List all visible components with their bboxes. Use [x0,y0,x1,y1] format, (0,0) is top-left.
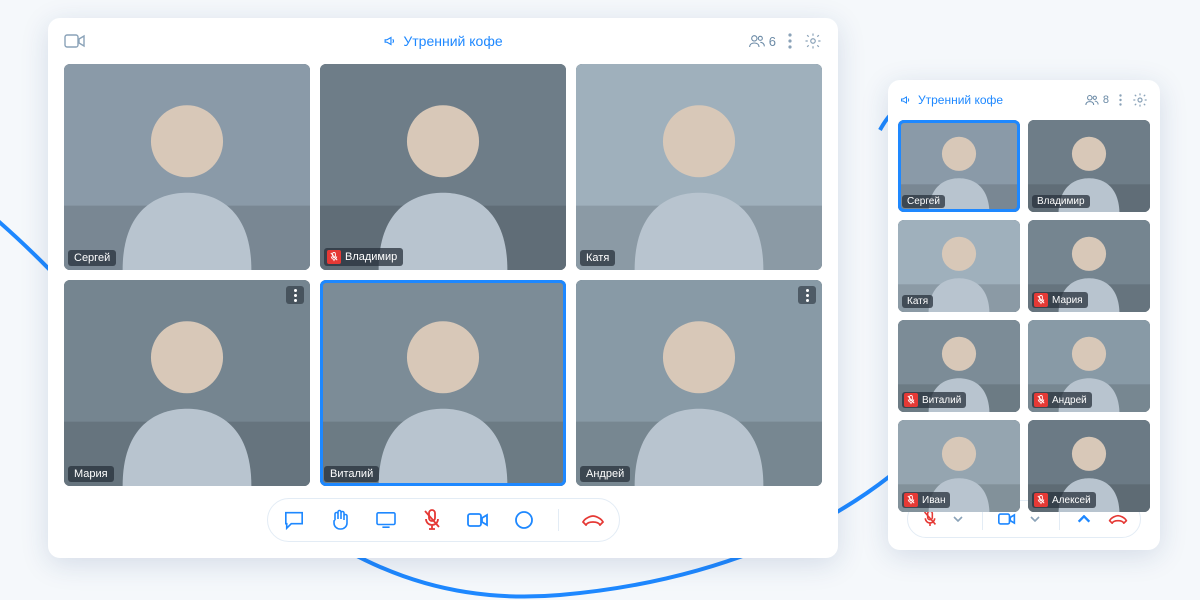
camera-button[interactable] [997,509,1017,529]
raise-hand-button[interactable] [328,508,352,532]
video-tile[interactable]: Мария [64,280,310,486]
tile-menu-button[interactable] [798,286,816,304]
call-toolbar [267,498,620,542]
megaphone-icon [383,34,397,48]
mic-muted-icon [904,393,918,407]
video-tile[interactable]: Виталий [320,280,566,486]
record-button[interactable] [512,508,536,532]
participant-name-label: Виталий [324,466,379,482]
mute-mic-button[interactable] [920,509,940,529]
mic-muted-icon [1034,393,1048,407]
share-screen-button[interactable] [374,508,398,532]
participant-name-label: Мария [68,466,114,482]
kebab-icon [788,33,792,49]
camera-outline-icon[interactable] [64,34,86,48]
hangup-button[interactable] [581,508,605,532]
more-menu-button[interactable] [788,33,792,49]
chevron-down-icon [1030,516,1040,522]
video-tile[interactable]: Владимир [1028,120,1150,212]
settings-button[interactable] [1132,92,1148,108]
participant-name-label: Катя [580,250,615,266]
video-tile[interactable]: Катя [576,64,822,270]
video-tile[interactable]: Виталий [898,320,1020,412]
video-tile[interactable]: Сергей [898,120,1020,212]
people-icon [1085,95,1099,105]
more-menu-button[interactable] [1119,93,1122,107]
participant-name-label: Сергей [68,250,116,266]
mic-muted-icon [1034,293,1048,307]
participant-count-value: 8 [1103,94,1109,106]
room-title: Утренний кофе [900,93,1075,107]
mobile-titlebar: Утренний кофе 8 [888,80,1160,120]
participant-name-label: Андрей [1032,392,1092,408]
participant-name-label: Владимир [324,248,403,266]
people-icon [749,35,765,47]
desktop-titlebar: Утренний кофе 6 [48,18,838,64]
camera-options-button[interactable] [1025,509,1045,529]
video-tile[interactable]: Иван [898,420,1020,512]
participant-name-label: Иван [902,492,950,508]
participant-name-label: Алексей [1032,492,1096,508]
room-title-text: Утренний кофе [918,93,1003,107]
participant-count-value: 6 [769,34,776,49]
gear-icon [1132,92,1148,108]
video-grid: Сергей Владимир Катя Мария Виталий Андре… [888,120,1160,490]
expand-button[interactable] [1074,509,1094,529]
video-tile[interactable]: Сергей [64,64,310,270]
participant-name-label: Андрей [580,466,630,482]
room-title-text: Утренний кофе [403,33,502,49]
toolbar-separator [558,509,559,531]
participant-count[interactable]: 8 [1085,94,1109,106]
participant-count[interactable]: 6 [749,34,776,49]
desktop-call-window: Утренний кофе 6 Сергей Владимир Кат [48,18,838,558]
chat-button[interactable] [282,508,306,532]
video-grid: Сергей Владимир Катя Мария Виталий Андре… [48,64,838,486]
mic-muted-icon [1034,493,1048,507]
participant-name-label: Владимир [1032,195,1090,208]
participant-name-label: Виталий [902,392,966,408]
participant-name-label: Катя [902,295,933,308]
video-tile[interactable]: Мария [1028,220,1150,312]
video-tile[interactable]: Андрей [576,280,822,486]
mic-options-button[interactable] [948,509,968,529]
video-tile[interactable]: Владимир [320,64,566,270]
video-tile[interactable]: Катя [898,220,1020,312]
video-tile[interactable]: Алексей [1028,420,1150,512]
gear-icon [804,32,822,50]
room-title: Утренний кофе [383,33,502,49]
mic-muted-icon [327,250,341,264]
mute-mic-button[interactable] [420,508,444,532]
megaphone-icon [900,94,912,106]
participant-name-label: Мария [1032,292,1088,308]
chevron-down-icon [953,516,963,522]
camera-button[interactable] [466,508,490,532]
tile-menu-button[interactable] [286,286,304,304]
chevron-up-icon [1077,515,1091,523]
video-tile[interactable]: Андрей [1028,320,1150,412]
hangup-button[interactable] [1108,509,1128,529]
kebab-icon [1119,93,1122,107]
mobile-call-window: Утренний кофе 8 Сергей Владимир Катя Мар… [888,80,1160,550]
participant-name-label: Сергей [902,195,945,208]
mic-muted-icon [904,493,918,507]
settings-button[interactable] [804,32,822,50]
